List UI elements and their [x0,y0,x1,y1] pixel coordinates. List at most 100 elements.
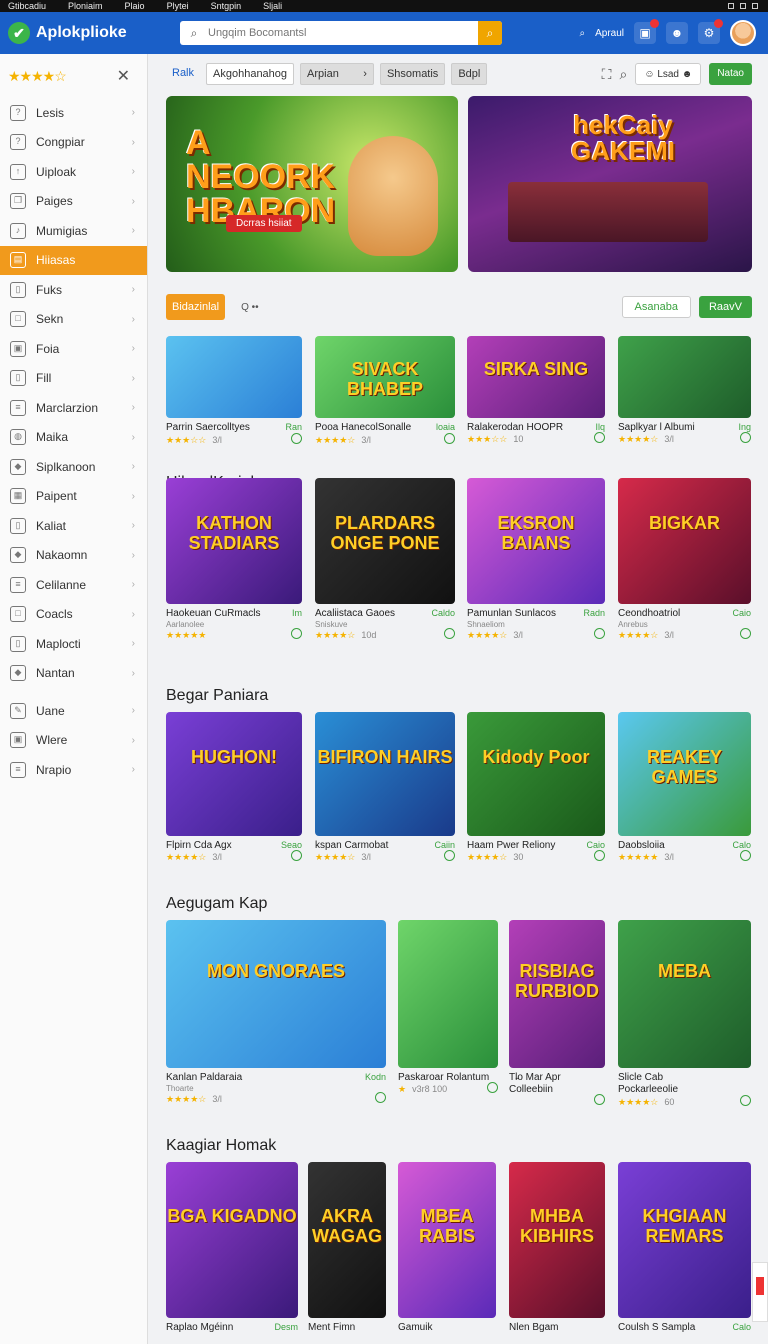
install-check-icon[interactable] [594,850,605,861]
game-card[interactable]: Kidody Poor Caio Haam Pwer Reliony ★★★★☆ 30 [467,712,605,863]
game-card[interactable]: EKSRON BAIANS Radn Pamunlan Sunlacos Shnael… [467,478,605,641]
sidebar-item[interactable]: ▯ Fill › [0,364,147,394]
install-check-icon[interactable] [740,850,751,861]
notification-icon[interactable]: ▣ [634,19,659,44]
sidebar-item[interactable]: ↑ Uiploak › [0,157,147,187]
green-action-button[interactable]: Natao [709,63,752,85]
tab-bdpl[interactable]: Bdpl [451,63,488,85]
filter-search-hint[interactable]: Q •• [241,302,259,313]
tab-shsomatis[interactable]: Shsomatis [379,63,446,85]
install-check-icon[interactable] [444,628,455,639]
install-check-icon[interactable] [740,1095,751,1106]
game-card[interactable]: MBEA RABIS Gamuik [398,1162,496,1333]
game-card[interactable]: REAKEY GAMES Calo Daobsloiia ★★★★★ 3/l [618,712,751,863]
install-check-icon[interactable] [375,1092,386,1103]
game-card[interactable]: PLARDARS ONGE PONE Caldo Acaliistaca Gaoes… [315,478,455,641]
install-check-icon[interactable] [740,432,751,443]
install-check-icon[interactable] [291,433,302,444]
sidebar-item[interactable]: ▦ Paipent › [0,482,147,512]
install-check-icon[interactable] [444,433,455,444]
os-menu-item[interactable]: Plytei [167,0,189,12]
hero-banner-right[interactable]: hekCaiy GAKEMI [468,96,752,272]
game-card[interactable]: HUGHON! Seao Flpirn Cda Agx ★★★★☆ 3/l [166,712,302,863]
game-card[interactable]: Paskaroar Rolantum ★ v3r8 100 [398,920,498,1095]
game-thumbnail: MEBA [618,920,751,1068]
crop-icon[interactable]: ⛶ [602,66,612,83]
game-card[interactable]: RISBIAG RURBIOD Tl̵o Mar Apr Colleebiin [509,920,605,1107]
game-card[interactable]: SIVACK BHABEP loaia Pooa HanecolSonalle ★★★… [315,336,455,446]
search-input[interactable] [208,22,478,44]
game-card[interactable]: BIFIRON HAIRS Caiin kspan Carmobat ★★★★☆ 3/l [315,712,455,863]
game-card[interactable]: Ing Saplkyar l Albumi ★★★★☆ 3/l [618,336,751,445]
sidebar-item[interactable]: ≡ Celilanne › [0,570,147,600]
sidebar-item[interactable]: ▣ Foia › [0,334,147,364]
sidebar-item[interactable]: ♪ Mumigias › [0,216,147,246]
game-card[interactable]: MHBA KIBHIRS Nlen Bgam [509,1162,605,1333]
search-small-icon[interactable]: ⌕ [579,28,585,39]
os-menu-item[interactable]: Sljali [263,0,282,12]
chevron-right-icon: › [131,402,135,414]
sidebar-item[interactable]: □ Sekn › [0,305,147,335]
os-menu-item[interactable]: Plaio [125,0,145,12]
scroll-indicator[interactable] [752,1262,768,1322]
sidebar-item[interactable]: ❐ Paiges › [0,187,147,217]
install-check-icon[interactable] [594,432,605,443]
install-check-icon[interactable] [594,1094,605,1105]
sidebar-item[interactable]: ≡ Nrapio › [0,755,147,785]
close-icon[interactable]: ✕ [117,66,130,86]
sidebar-item[interactable]: ▯ Kaliat › [0,511,147,541]
pages-icon: ❐ [10,193,26,210]
sidebar-item[interactable]: □ Coacls › [0,600,147,630]
filter-chip[interactable]: Bidazinlal [166,294,226,320]
game-thumbnail: MHBA KIBHIRS [509,1162,605,1318]
tab-arpian[interactable]: Arpian › [300,63,374,85]
sidebar-item[interactable]: ◍ Maika › [0,423,147,453]
avatar[interactable] [730,20,756,46]
thumbnail-art-text: SIVACK BHABEP [346,358,423,399]
tab-ralk[interactable]: Ralk [166,63,200,85]
install-check-icon[interactable] [291,850,302,861]
game-card[interactable]: KHGIAAN REMARS Calo Coulsh S Sampla [618,1162,751,1333]
sidebar-item[interactable]: ▯ Maplocti › [0,629,147,659]
sidebar-item[interactable]: ✎ Uane › [0,696,147,726]
sidebar-item[interactable]: ◆ Nantan › [0,659,147,689]
install-check-icon[interactable] [291,628,302,639]
game-card[interactable]: Ran Parrin Saercolltyes ★★★☆☆ 3/l [166,336,302,446]
sidebar-item[interactable]: ▯ Fuks › [0,275,147,305]
sidebar-item[interactable]: ? Congpiar › [0,128,147,158]
app-logo[interactable]: ✔ Aplokplioke [8,22,168,44]
green-button[interactable]: RaavV [698,296,752,318]
user-tag[interactable]: ☺ Lsad ☻ [635,63,702,85]
game-card[interactable]: MEBA Slicle Cab Pockarleeolie ★★★★☆ 60 [618,920,751,1108]
thumbnail-art-text: EKSRON BAIANS [497,513,575,554]
game-card[interactable]: SIRKA SING Ilq Ralakerodan HOOPR ★★★☆☆ 10 [467,336,605,445]
game-card[interactable]: BGA KIGADNO Desm Raplao Mgéinn [166,1162,298,1333]
chevron-right-icon: › [131,461,135,473]
hero-banner-left[interactable]: A NEOORK HBARON Dcrras hsiiat [166,96,458,272]
install-check-icon[interactable] [740,628,751,639]
os-menu-item[interactable]: Sntgpin [211,0,242,12]
game-avatar-icon[interactable]: ☻ [666,22,688,44]
game-card[interactable]: MON GNORAES Kodn Kanlan Paldaraia Thoarte ★★… [166,920,386,1105]
install-check-icon[interactable] [444,850,455,861]
sidebar-item[interactable]: ◆ Siplkanoon › [0,452,147,482]
sidebar-item[interactable]: ▤ Hiiasas [0,245,147,275]
game-card[interactable]: AKRA WAGAG Ment Fimn [308,1162,386,1333]
sidebar-item[interactable]: ▣ Wlere › [0,726,147,756]
outline-button[interactable]: Asanaba [621,296,691,318]
os-menu-item[interactable]: Ploniaim [68,0,103,12]
user-label[interactable]: Apraul [595,28,624,39]
os-menu-item[interactable]: Gtibcadiu [8,0,46,12]
game-card[interactable]: BIGKAR Caio Ceondhoatriol Anrebus ★★★★☆ 3/l [618,478,751,641]
install-check-icon[interactable] [594,628,605,639]
sidebar-item[interactable]: ◆ Nakaomn › [0,541,147,571]
search-submit-icon[interactable]: ⌕ [478,21,502,45]
game-card[interactable]: KATHON STADIARS Im Haokeuan CuRmacls Aarlan… [166,478,302,641]
install-check-icon[interactable] [487,1082,498,1093]
thumbnail-art-text: BGA KIGADNO [167,1205,297,1226]
settings-icon[interactable]: ⚙ [698,19,723,44]
search-icon[interactable]: ⌕ [619,66,627,83]
sidebar-item[interactable]: ≡ Marclarzion › [0,393,147,423]
sidebar-item[interactable]: ? Lesis › [0,98,147,128]
tab-akgohhanahog[interactable]: Akgohhanahog [206,63,295,85]
